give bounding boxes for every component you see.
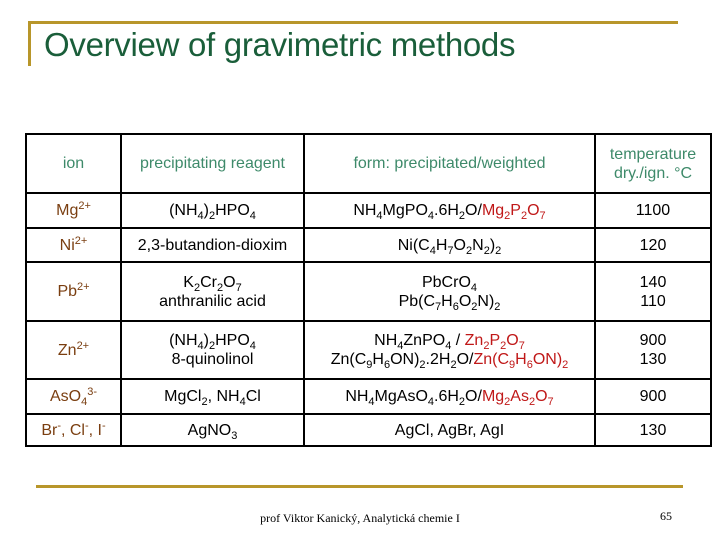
weighted-form: Zn2P2O7 [464,332,525,352]
ion-cell: Pb2+ [25,261,122,322]
form-cell: PbCrO4 Pb(C7H6O2N)2 [303,261,596,322]
form-cell: AgCl, AgBr, AgI [303,413,596,447]
reagent-line: 8-quinolinol [171,351,254,368]
weighted-form: Mg2P2O7 [481,202,546,222]
temperature-value: 900 [639,332,667,349]
weighted-form: Zn(C9H6ON)2 [473,351,569,371]
reagent-cell: (NH4)2HPO4 [120,192,305,229]
ion-cell: AsO43- [25,378,122,415]
temperature-cell: 120 [594,227,712,263]
temperature-cell: 900 130 [594,320,712,380]
header-temperature-line2: dry./ign. °C [613,164,693,182]
slide-title: Overview of gravimetric methods [44,26,516,63]
table-header-row: ion precipitating reagent form: precipit… [25,133,712,194]
reagent-cell: (NH4)2HPO4 8-quinolinol [120,320,305,380]
footer-accent-bar [36,485,683,488]
gravimetric-methods-table: ion precipitating reagent form: precipit… [25,133,712,447]
reagent-cell: K2Cr2O7 anthranilic acid [120,261,305,322]
footer-author: prof Viktor Kanický, Analytická chemie I [260,511,460,525]
header-reagent: precipitating reagent [120,133,305,194]
reagent-line: anthranilic acid [159,292,266,310]
reagent-cell: MgCl2, NH4Cl [120,378,305,415]
title-accent-bar-left [28,21,31,66]
table-row: Mg2+ (NH4)2HPO4 NH4MgPO4.6H2O/Mg2P2O7 11… [25,192,712,229]
header-ion: ion [25,133,122,194]
temperature-cell: 900 [594,378,712,415]
temperature-value: 130 [639,351,667,368]
ion-cell: Br-, Cl-, I- [25,413,122,447]
table-row: Br-, Cl-, I- AgNO3 AgCl, AgBr, AgI 130 [25,413,712,447]
temperature-cell: 130 [594,413,712,447]
ion-cell: Zn2+ [25,320,122,380]
form-cell: Ni(C4H7O2N2)2 [303,227,596,263]
weighted-form: Mg2As2O7 [481,388,554,408]
page-number: 65 [660,509,672,523]
temperature-cell: 140 110 [594,261,712,322]
temperature-cell: 1100 [594,192,712,229]
title-accent-bar-top [28,21,678,24]
header-temperature: temperature dry./ign. °C [594,133,712,194]
reagent-cell: AgNO3 [120,413,305,447]
temperature-value: 110 [640,292,666,310]
header-form: form: precipitated/weighted [303,133,596,194]
header-temperature-line1: temperature [609,145,697,163]
temperature-value: 140 [639,273,667,291]
table-row: Ni2+ 2,3-butandion-dioxim Ni(C4H7O2N2)2 … [25,227,712,263]
form-cell: NH4MgPO4.6H2O/Mg2P2O7 [303,192,596,229]
form-cell: NH4MgAsO4.6H2O/Mg2As2O7 [303,378,596,415]
ion-cell: Mg2+ [25,192,122,229]
table-row: Pb2+ K2Cr2O7 anthranilic acid PbCrO4 Pb(C7… [25,261,712,322]
table-row: AsO43- MgCl2, NH4Cl NH4MgAsO4.6H2O/Mg2As… [25,378,712,415]
form-cell: NH4ZnPO4 / Zn2P2O7 Zn(C9H6ON)2.2H2O/Zn(C9… [303,320,596,380]
table-row: Zn2+ (NH4)2HPO4 8-quinolinol NH4ZnPO4 / Z… [25,320,712,380]
ion-cell: Ni2+ [25,227,122,263]
reagent-cell: 2,3-butandion-dioxim [120,227,305,263]
